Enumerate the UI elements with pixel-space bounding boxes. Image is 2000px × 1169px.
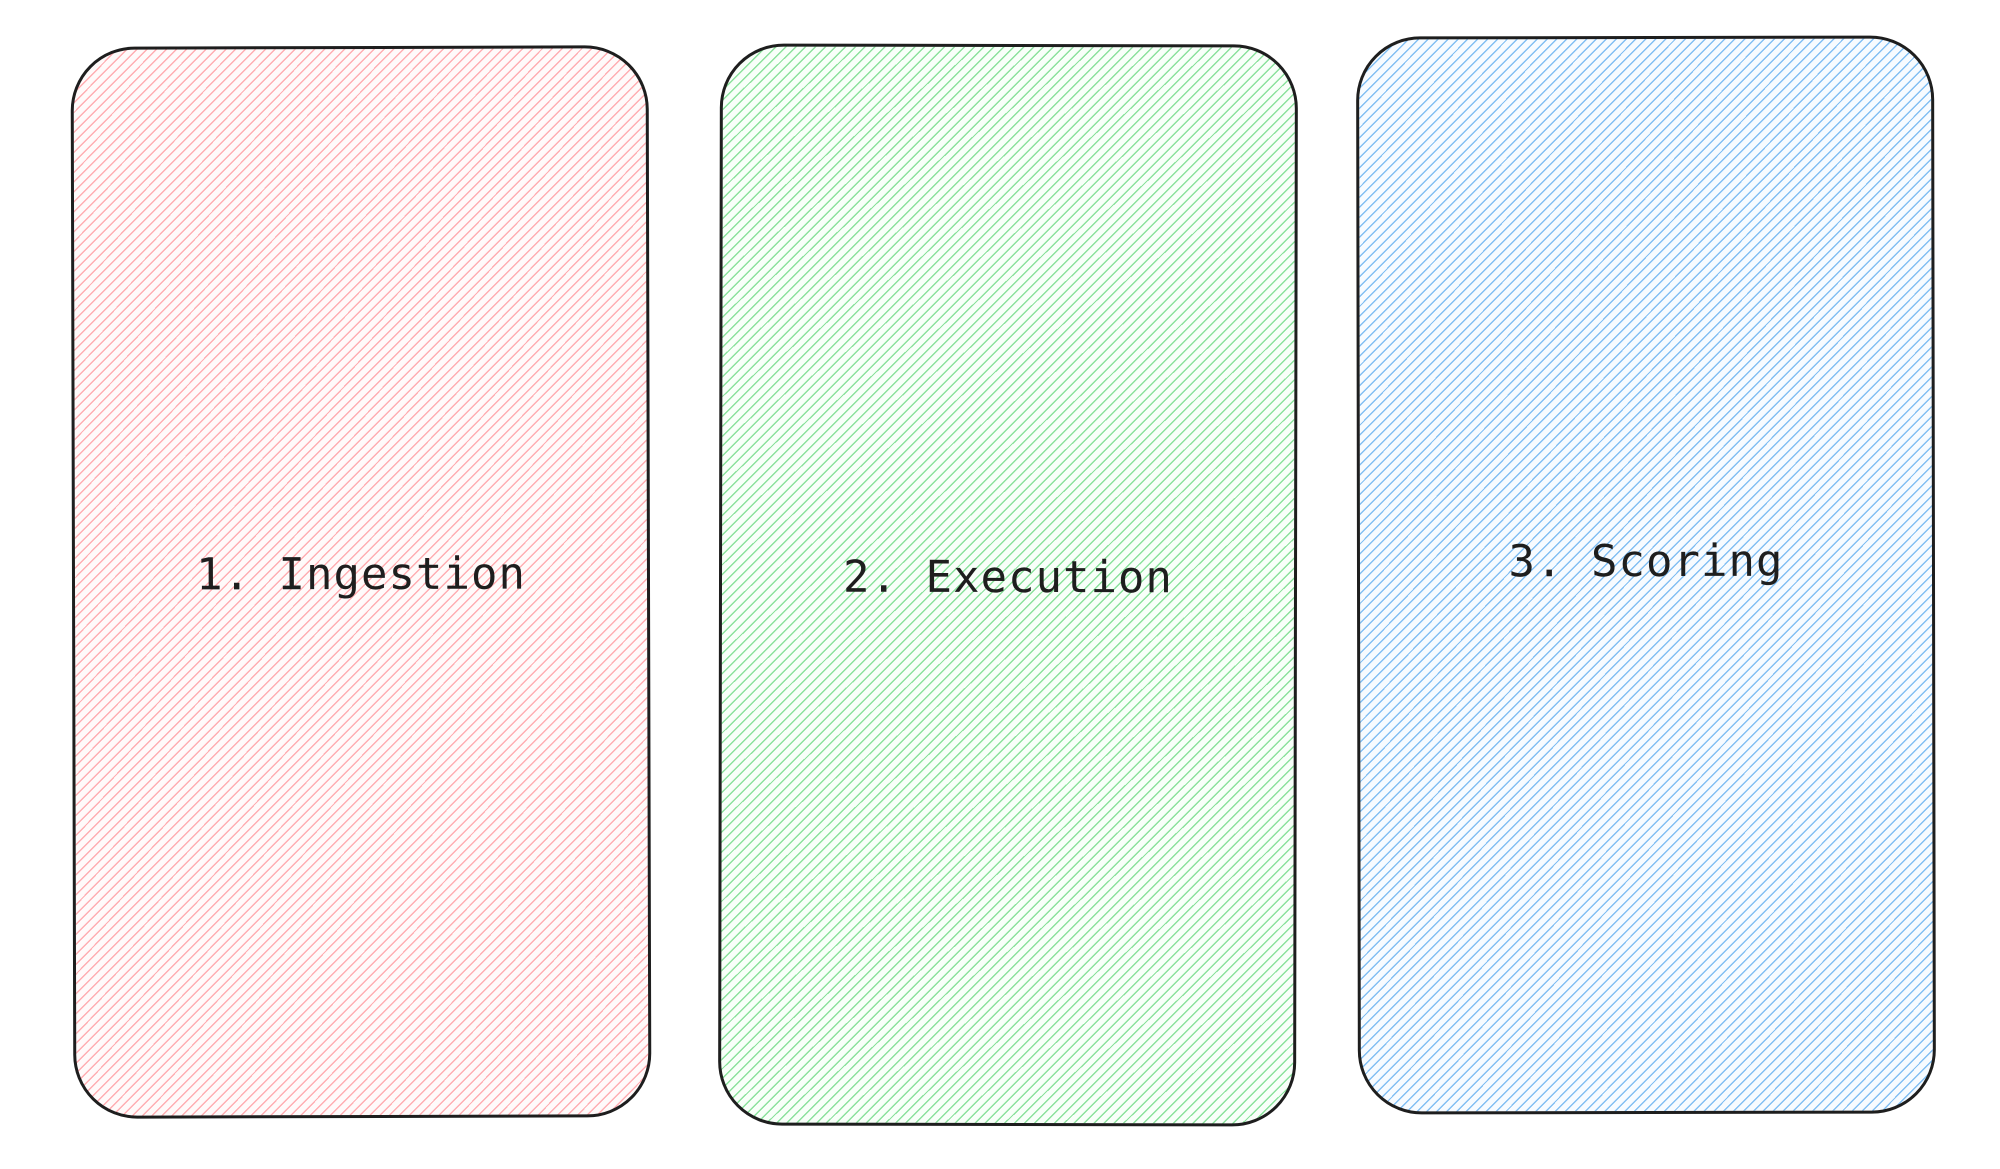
stage-label-execution: 2. Execution — [843, 551, 1173, 603]
stage-card-execution[interactable]: 2. Execution — [718, 43, 1298, 1127]
stage-label-scoring: 3. Scoring — [1508, 535, 1784, 587]
stage-card-ingestion[interactable]: 1. Ingestion — [70, 45, 652, 1119]
stage-label-ingestion: 1. Ingestion — [195, 548, 526, 600]
stage-card-scoring[interactable]: 3. Scoring — [1356, 35, 1936, 1115]
